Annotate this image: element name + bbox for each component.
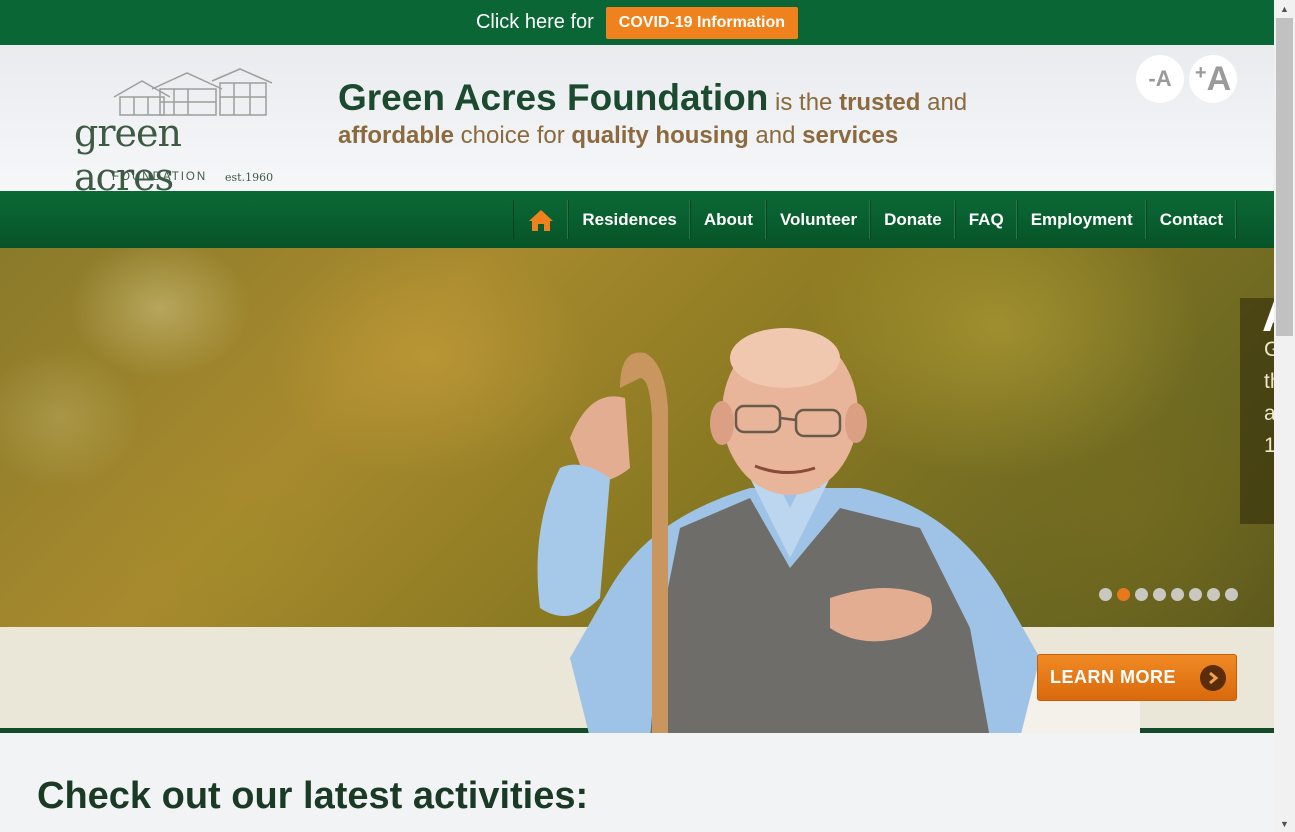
main-nav: Residences About Volunteer Donate FAQ Em… xyxy=(0,191,1274,248)
logo[interactable]: green acres FOUNDATION est.1960 xyxy=(72,67,282,199)
nav-volunteer[interactable]: Volunteer xyxy=(767,200,872,239)
hero-slider: A G th a 1 LEARN MORE xyxy=(0,248,1274,733)
nav-faq[interactable]: FAQ xyxy=(956,200,1018,239)
nav-employment[interactable]: Employment xyxy=(1018,200,1147,239)
home-icon xyxy=(529,209,554,231)
covid-info-button[interactable]: COVID-19 Information xyxy=(605,6,799,39)
slide-caption: A G th a 1 xyxy=(1240,298,1274,524)
learn-more-button[interactable]: LEARN MORE xyxy=(1037,654,1237,701)
slide-dot[interactable] xyxy=(1099,588,1112,601)
site-tagline: Green Acres Foundation is the trusted an… xyxy=(338,77,968,149)
slide-dot-active[interactable] xyxy=(1117,588,1130,601)
slide-dot[interactable] xyxy=(1225,588,1238,601)
logo-wordmark: green acres xyxy=(74,111,182,199)
slide-dot[interactable] xyxy=(1153,588,1166,601)
scroll-down-icon[interactable]: ▼ xyxy=(1274,815,1295,832)
nav-contact[interactable]: Contact xyxy=(1147,200,1237,239)
chevron-right-icon xyxy=(1200,665,1226,691)
nav-list: Residences About Volunteer Donate FAQ Em… xyxy=(513,200,1237,239)
nav-home[interactable] xyxy=(514,200,570,239)
alert-text: Click here for xyxy=(475,11,594,33)
nav-about[interactable]: About xyxy=(691,200,767,239)
slide-dot[interactable] xyxy=(1207,588,1220,601)
nav-donate[interactable]: Donate xyxy=(871,200,956,239)
slide-dot[interactable] xyxy=(1189,588,1202,601)
slide-dot[interactable] xyxy=(1171,588,1184,601)
nav-residences[interactable]: Residences xyxy=(569,200,691,239)
learn-more-label: LEARN MORE xyxy=(1050,667,1176,687)
site-header: green acres FOUNDATION est.1960 Green Ac… xyxy=(0,45,1274,199)
slide-dot[interactable] xyxy=(1135,588,1148,601)
caption-text: G th a 1 xyxy=(1264,338,1274,457)
logo-subtitle: FOUNDATION xyxy=(112,171,208,183)
org-name: Green Acres Foundation xyxy=(338,77,769,118)
increase-font-button[interactable]: + A xyxy=(1189,55,1237,103)
activities-heading: Check out our latest activities: xyxy=(37,775,589,817)
scroll-up-icon[interactable]: ▲ xyxy=(1274,0,1295,17)
page-scrollbar[interactable]: ▲ ▼ xyxy=(1274,0,1295,832)
decrease-font-button[interactable]: -A xyxy=(1136,55,1184,103)
slider-dots xyxy=(1099,588,1238,601)
scroll-thumb[interactable] xyxy=(1276,18,1293,336)
covid-alert-bar: Click here for COVID-19 Information xyxy=(0,0,1274,45)
logo-established: est.1960 xyxy=(225,171,274,184)
